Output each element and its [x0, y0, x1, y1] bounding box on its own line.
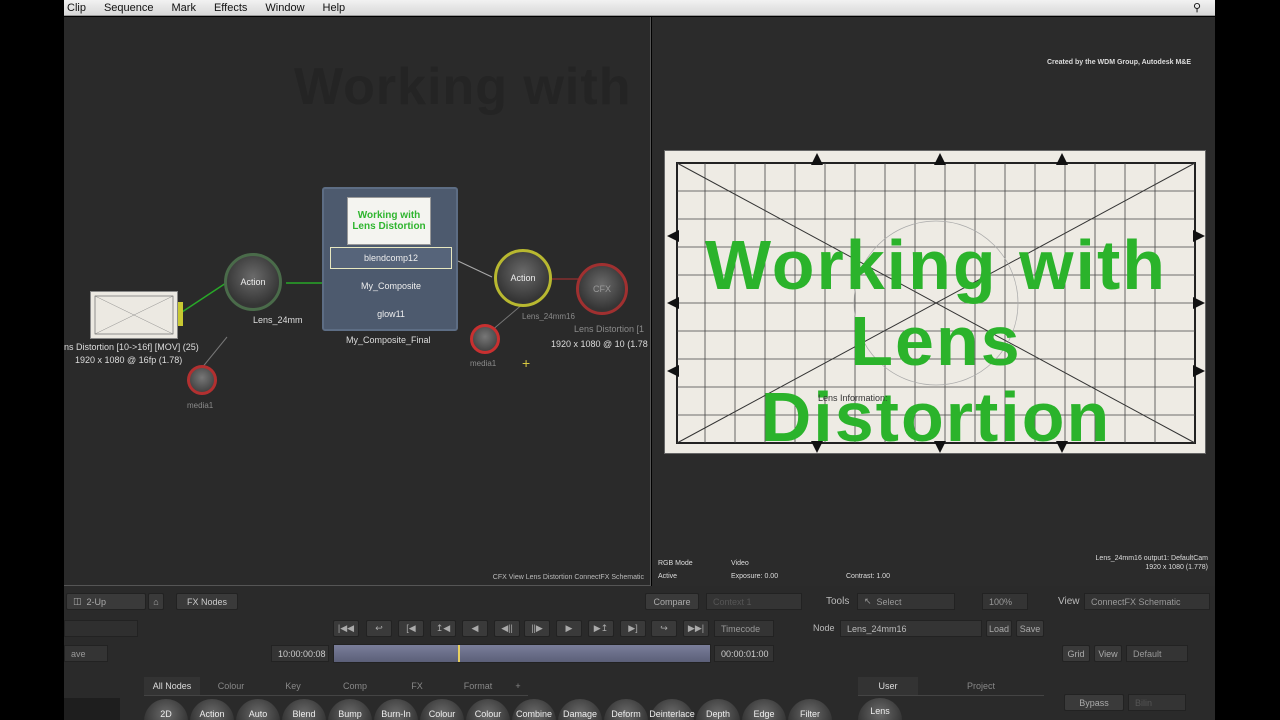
layout-select[interactable]: ◫ 2-Up: [66, 593, 146, 610]
tools-select[interactable]: ↖ Select: [857, 593, 955, 610]
tab-key[interactable]: Key: [262, 677, 324, 696]
tab-format[interactable]: Format: [448, 677, 508, 696]
go-to-start-icon[interactable]: |◀◀: [333, 620, 359, 637]
layer-glow11[interactable]: glow11: [330, 303, 452, 325]
rgb-mode-label: RGB Mode: [658, 560, 693, 567]
play-reverse-icon[interactable]: ◀||: [494, 620, 520, 637]
view-select[interactable]: ConnectFX Schematic: [1084, 593, 1210, 610]
composite-node[interactable]: Working with Lens Distortion blendcomp12…: [322, 187, 458, 331]
node-bin-tabs: All Nodes Colour Key Comp FX Format +: [144, 677, 534, 696]
timecode-start[interactable]: 10:00:00:08: [271, 645, 329, 662]
action-node-lens24mm[interactable]: Action: [224, 253, 282, 311]
go-to-end-icon[interactable]: ▶▶|: [683, 620, 709, 637]
tab-user[interactable]: User: [858, 677, 918, 696]
bypass-select[interactable]: Bilin: [1128, 694, 1186, 711]
tab-all-nodes[interactable]: All Nodes: [144, 677, 200, 696]
tab-fx[interactable]: FX: [386, 677, 448, 696]
crosshair-cursor-icon: +: [522, 355, 531, 371]
media-node-1[interactable]: [187, 365, 217, 395]
zoom-select[interactable]: 100%: [982, 593, 1028, 610]
node-label: Node: [813, 623, 835, 633]
pause-icon[interactable]: ||▶: [524, 620, 550, 637]
home-icon[interactable]: ⌂: [148, 593, 164, 610]
play-icon[interactable]: ▶: [556, 620, 582, 637]
media-node-2-label: media1: [470, 359, 497, 368]
view-label: View: [1058, 596, 1080, 607]
source-clip-thumbnail[interactable]: [90, 291, 183, 339]
output-node-label: Lens Distortion [1: [574, 324, 645, 334]
next-keyframe-icon[interactable]: ▶↥: [588, 620, 614, 637]
menu-mark[interactable]: Mark: [169, 2, 196, 14]
next-segment-icon[interactable]: ▶]: [620, 620, 646, 637]
search-icon[interactable]: ⚲: [1193, 1, 1201, 14]
menu-effects[interactable]: Effects: [211, 2, 247, 14]
menu-bar: Clip Sequence Mark Effects Window Help ⚲: [64, 0, 1215, 16]
tab-project[interactable]: Project: [918, 677, 1044, 696]
action-node-lens24mm16[interactable]: Action: [494, 249, 552, 307]
prev-segment-icon[interactable]: [◀: [398, 620, 424, 637]
left-field[interactable]: [64, 620, 138, 637]
timeline-scrubber[interactable]: [333, 644, 711, 663]
save-left-select[interactable]: ave: [64, 645, 108, 662]
compare-context-select[interactable]: Context 1: [706, 593, 802, 610]
cfx-output-node[interactable]: CFX: [576, 263, 628, 315]
node-name-field[interactable]: Lens_24mm16: [840, 620, 982, 637]
tools-label: Tools: [826, 596, 850, 607]
source-clip-label: ns Distortion [10->16f] [MOV] (25): [64, 342, 199, 352]
overlay-title-line1: Working with: [704, 226, 1168, 304]
tab-add[interactable]: +: [508, 677, 528, 696]
prev-keyframe-icon[interactable]: ↥◀: [430, 620, 456, 637]
grid-button[interactable]: Grid: [1062, 645, 1090, 662]
composite-node-label: My_Composite_Final: [346, 335, 431, 345]
composite-thumbnail: Working with Lens Distortion: [347, 197, 431, 245]
tab-comp[interactable]: Comp: [324, 677, 386, 696]
viewer-panel[interactable]: Created by the WDM Group, Autodesk M&E W…: [652, 17, 1215, 586]
exposure-label: Exposure: 0.00: [731, 573, 779, 580]
chart-grid-icon: [94, 295, 174, 335]
cursor-icon: ↖: [864, 596, 877, 606]
menu-sequence[interactable]: Sequence: [101, 2, 154, 14]
lens-info-label: Lens Information:: [818, 393, 888, 403]
layer-blendcomp12[interactable]: blendcomp12: [330, 247, 452, 269]
media-node-1-label: media1: [187, 401, 214, 410]
next-mark-icon[interactable]: ↪: [651, 620, 677, 637]
layer-my-composite[interactable]: My_Composite: [330, 275, 452, 297]
active-label: Active: [658, 573, 678, 580]
timecode-end[interactable]: 00:00:01:00: [714, 645, 774, 662]
layout-icon: ◫: [73, 596, 87, 606]
view-button[interactable]: View: [1094, 645, 1122, 662]
playhead[interactable]: [458, 645, 460, 662]
save-button[interactable]: Save: [1016, 620, 1044, 637]
step-back-icon[interactable]: ◀: [462, 620, 488, 637]
output-node-resolution: 1920 x 1080 @ 10 (1.78: [551, 339, 648, 349]
camera-resolution: 1920 x 1080 (1.778): [1145, 564, 1208, 571]
viewer-image: Working with Lens Distortion Lens Inform…: [664, 150, 1206, 454]
overlay-title-line2: Lens Distortion: [760, 302, 1112, 454]
action-node-label: Lens_24mm: [253, 315, 303, 325]
camera-info: Lens_24mm16 output1: DefaultCam: [1095, 555, 1208, 562]
app-window: Clip Sequence Mark Effects Window Help ⚲…: [0, 0, 1280, 720]
left-bin-area: [64, 698, 120, 720]
tab-colour[interactable]: Colour: [200, 677, 262, 696]
prev-mark-icon[interactable]: ↩: [366, 620, 392, 637]
load-button[interactable]: Load: [986, 620, 1012, 637]
fx-nodes-button[interactable]: FX Nodes: [176, 593, 238, 610]
schematic-footer: CFX View Lens Distortion ConnectFX Schem…: [492, 574, 644, 581]
user-project-tabs: User Project: [858, 677, 1044, 696]
source-clip-resolution: 1920 x 1080 @ 16fp (1.78): [75, 355, 183, 365]
schematic-panel[interactable]: Working with Lens Distortion ns Distorti…: [64, 17, 651, 586]
compare-button[interactable]: Compare: [645, 593, 699, 610]
menu-window[interactable]: Window: [262, 2, 304, 14]
credit-text: Created by the WDM Group, Autodesk M&E: [1046, 59, 1191, 66]
default-select[interactable]: Default: [1126, 645, 1188, 662]
media-node-2[interactable]: [470, 324, 500, 354]
bypass-button[interactable]: Bypass: [1064, 694, 1124, 711]
action-node-2-label: Lens_24mm16: [522, 312, 575, 321]
contrast-label: Contrast: 1.00: [846, 573, 890, 580]
timecode-select[interactable]: Timecode: [714, 620, 774, 637]
menu-help[interactable]: Help: [320, 2, 346, 14]
video-label: Video: [731, 560, 749, 567]
menu-clip[interactable]: Clip: [64, 2, 86, 14]
